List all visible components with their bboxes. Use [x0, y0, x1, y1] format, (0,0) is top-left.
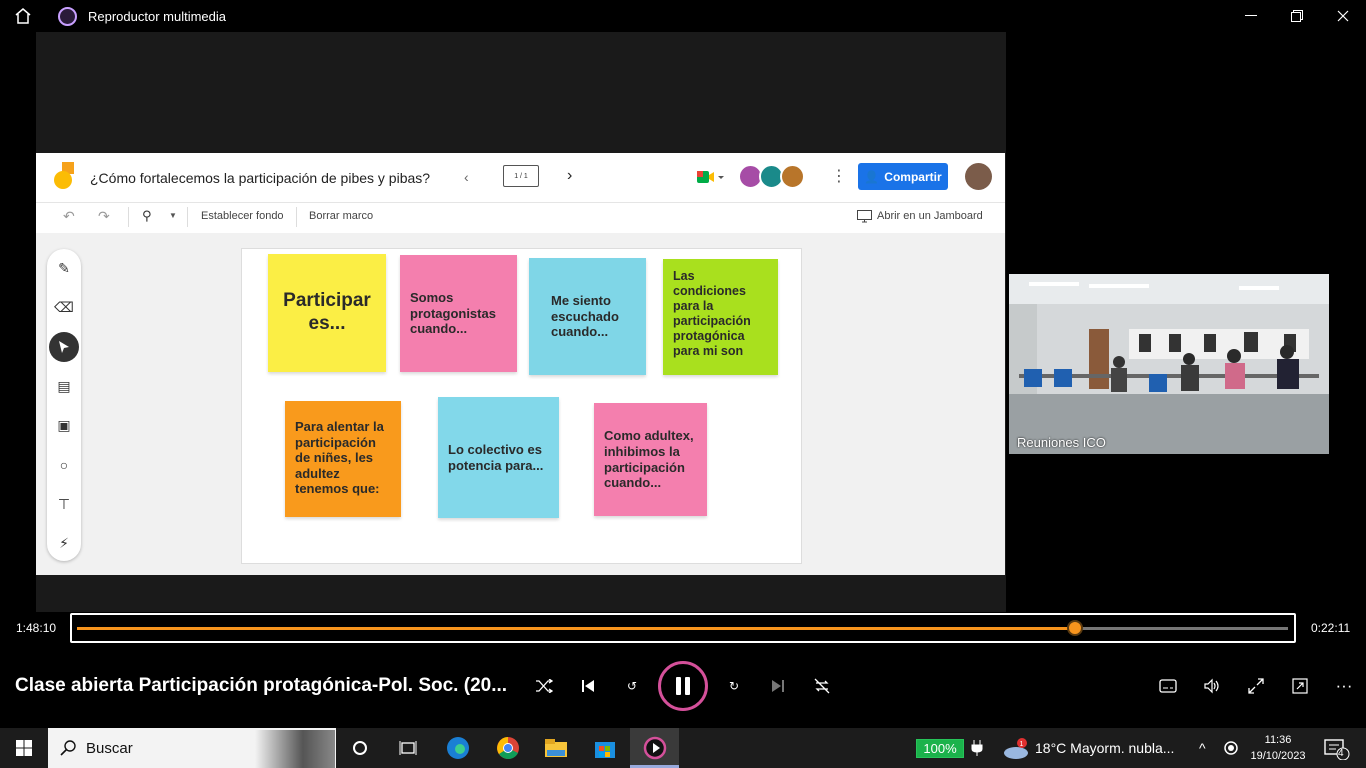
pen-icon[interactable]: ✎: [53, 257, 75, 279]
sticky-note-text: Para alentar la participación de niñes, …: [295, 419, 384, 497]
restore-button[interactable]: [1274, 0, 1320, 32]
window-title: Reproductor multimedia: [88, 9, 227, 24]
webcam-label: Reuniones ICO: [1017, 435, 1106, 450]
jamboard-title[interactable]: ¿Cómo fortalecemos la participación de p…: [90, 170, 430, 186]
user-avatar[interactable]: [965, 163, 992, 190]
pause-icon: [676, 677, 690, 695]
sticky-note[interactable]: Me siento escuchado cuando...: [529, 258, 646, 375]
battery-indicator[interactable]: 100%: [916, 739, 964, 758]
close-button[interactable]: [1320, 0, 1366, 32]
jamboard-logo-icon: [54, 162, 74, 190]
classroom-image: [1009, 274, 1329, 454]
divider: [128, 207, 129, 227]
sticky-note[interactable]: Las condiciones para la participación pr…: [663, 259, 778, 375]
volume-icon[interactable]: [1198, 672, 1226, 700]
more-options-icon[interactable]: ⋮: [831, 166, 847, 186]
start-button[interactable]: [0, 728, 48, 768]
edge-icon[interactable]: [442, 732, 474, 764]
sticky-note-text: Participar es...: [283, 290, 371, 334]
sticky-note-text: Como adultex, inhibimos la participación…: [604, 428, 694, 491]
person-icon: 👤: [864, 169, 880, 184]
zoom-icon[interactable]: ⚲: [142, 208, 152, 224]
laser-icon[interactable]: ⚡: [53, 532, 75, 554]
clock-date: 19/10/2023: [1250, 750, 1306, 762]
text-box-icon[interactable]: ⊤: [53, 493, 75, 515]
share-label: Compartir: [884, 169, 942, 184]
media-player-icon: [639, 732, 671, 764]
set-background-button[interactable]: Establecer fondo: [201, 210, 284, 222]
notification-count: 4: [1338, 748, 1344, 759]
network-icon[interactable]: [1223, 740, 1239, 761]
svg-text:1: 1: [1020, 741, 1024, 748]
sticky-note[interactable]: Lo colectivo es potencia para...: [438, 397, 559, 518]
divider: [187, 207, 188, 227]
repeat-off-icon[interactable]: [808, 672, 836, 700]
undo-icon[interactable]: ↶: [63, 208, 75, 225]
elapsed-time: 1:48:10: [16, 621, 57, 635]
clock[interactable]: 11:36 19/10/2023: [1248, 732, 1308, 764]
sticky-note-text: Las condiciones para la participación pr…: [673, 269, 751, 358]
sticky-note-text: Me siento escuchado cuando...: [551, 293, 619, 340]
open-in-jamboard-button[interactable]: Abrir en un Jamboard: [877, 210, 983, 222]
power-plug-icon[interactable]: [971, 740, 983, 761]
more-options-icon[interactable]: ···: [1330, 672, 1358, 700]
previous-icon[interactable]: [574, 672, 602, 700]
battery-level: 100%: [923, 741, 957, 756]
image-icon[interactable]: ▣: [53, 414, 75, 436]
remaining-time: 0:22:11: [1311, 621, 1351, 635]
mini-player-icon[interactable]: [1286, 672, 1314, 700]
chevron-down-icon[interactable]: ▼: [169, 211, 177, 220]
frame-indicator-text: 1 / 1: [514, 172, 528, 180]
cortana-icon[interactable]: [344, 732, 376, 764]
sticky-note-text: Somos protagonistas cuando...: [410, 290, 496, 337]
chevron-up-icon[interactable]: ^: [1199, 740, 1206, 756]
notifications-icon[interactable]: [1324, 738, 1350, 765]
frame-indicator[interactable]: 1 / 1: [503, 165, 539, 187]
collaborator-avatar[interactable]: [780, 164, 805, 189]
fullscreen-icon[interactable]: [1242, 672, 1270, 700]
open-external-icon[interactable]: [857, 210, 872, 228]
prev-frame-icon[interactable]: ‹: [464, 169, 469, 185]
chrome-icon[interactable]: [492, 732, 524, 764]
webcam-video[interactable]: [1009, 274, 1329, 454]
search-placeholder: Buscar: [86, 739, 133, 757]
share-button[interactable]: 👤 Compartir: [858, 163, 948, 190]
pause-button[interactable]: [658, 661, 708, 711]
meet-icon[interactable]: [695, 168, 725, 186]
divider: [296, 207, 297, 227]
select-tool-icon[interactable]: [49, 332, 79, 362]
home-icon[interactable]: [14, 7, 32, 30]
cloudy-weather-icon[interactable]: 1: [1002, 738, 1030, 765]
rewind-10-icon[interactable]: ↺: [618, 672, 646, 700]
media-title: Clase abierta Participación protagónica-…: [15, 675, 508, 696]
sticky-note[interactable]: Somos protagonistas cuando...: [400, 255, 517, 372]
next-icon[interactable]: [764, 672, 792, 700]
sticky-note-icon[interactable]: ▤: [53, 375, 75, 397]
shuffle-icon[interactable]: [530, 672, 558, 700]
search-highlight-image: [255, 730, 335, 768]
file-explorer-icon[interactable]: [540, 732, 572, 764]
seek-thumb[interactable]: [1066, 620, 1083, 636]
sticky-note[interactable]: Para alentar la participación de niñes, …: [285, 401, 401, 517]
forward-30-icon[interactable]: ↻: [720, 672, 748, 700]
seek-fill: [77, 627, 1075, 630]
circle-shape-icon[interactable]: ○: [53, 454, 75, 476]
store-icon[interactable]: [589, 732, 621, 764]
next-frame-icon[interactable]: ›: [567, 167, 572, 185]
weather-text[interactable]: 18°C Mayorm. nubla...: [1035, 740, 1174, 756]
clear-frame-button[interactable]: Borrar marco: [309, 210, 373, 222]
task-view-icon[interactable]: [392, 732, 424, 764]
search-icon: [60, 740, 76, 756]
subtitles-icon[interactable]: [1154, 672, 1182, 700]
sticky-note[interactable]: Participar es...: [268, 254, 386, 372]
media-player-app-icon: [58, 7, 77, 26]
clock-time: 11:36: [1264, 734, 1292, 746]
sticky-note-text: Lo colectivo es potencia para...: [448, 441, 544, 473]
sticky-note[interactable]: Como adultex, inhibimos la participación…: [594, 403, 707, 516]
minimize-button[interactable]: [1228, 0, 1274, 32]
eraser-icon[interactable]: ⌫: [53, 296, 75, 318]
redo-icon[interactable]: ↷: [98, 208, 110, 225]
windows-icon: [16, 740, 32, 756]
